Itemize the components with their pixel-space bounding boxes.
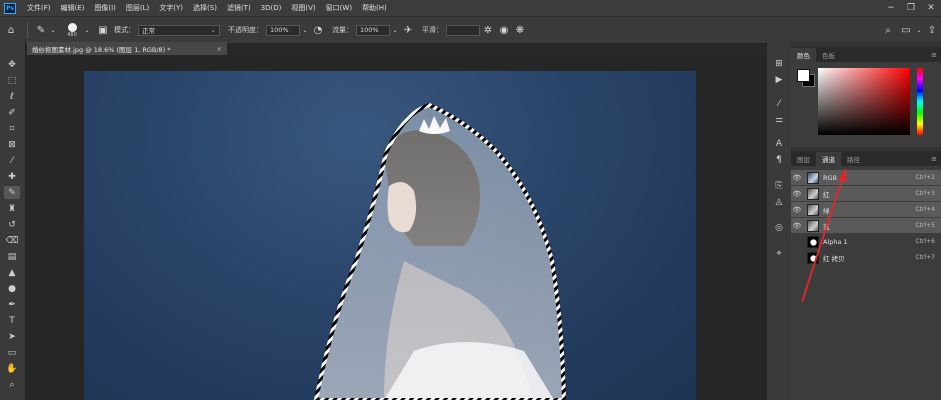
menu-filter[interactable]: 滤镜(T) (222, 3, 256, 13)
hand-tool-icon[interactable]: ✋ (4, 362, 20, 375)
marquee-tool-icon[interactable]: ⬚ (4, 74, 20, 87)
menu-edit[interactable]: 编辑(E) (56, 3, 90, 13)
chevron-down-icon[interactable]: ⌄ (915, 27, 923, 34)
brush-settings-panel-icon[interactable]: ⁄ (772, 98, 786, 110)
symmetry-icon[interactable]: ❋ (512, 25, 528, 36)
menu-3d[interactable]: 3D(D) (256, 4, 287, 12)
mode-label: 模式： (114, 26, 135, 34)
lasso-tool-icon[interactable]: ℓ (4, 90, 20, 103)
opacity-value: 100% (270, 26, 289, 34)
stamp-tool-icon[interactable]: ♜ (4, 202, 20, 215)
pressure-size-icon[interactable]: ◉ (496, 25, 512, 36)
mode-value: 正常 (142, 27, 155, 35)
healing-brush-tool-icon[interactable]: ✚ (4, 170, 20, 183)
shape-tool-icon[interactable]: ▭ (4, 346, 20, 359)
adjustments-icon[interactable]: ⚌ (772, 114, 786, 126)
brush-preset-picker[interactable]: 480 (61, 22, 83, 38)
eyedropper-tool-icon[interactable]: ⁄ (4, 154, 20, 167)
chevron-down-icon[interactable]: ⌄ (390, 27, 400, 34)
brush-size-value: 480 (67, 31, 77, 38)
frame-tool-icon[interactable]: ⊠ (4, 138, 20, 151)
restore-button[interactable]: ❐ (901, 3, 921, 13)
mode-select[interactable]: 正常 ⌄ (138, 24, 220, 36)
menu-type[interactable]: 文字(Y) (154, 3, 188, 13)
menu-select[interactable]: 选择(S) (188, 3, 222, 13)
chevron-down-icon[interactable]: ⌄ (49, 27, 57, 34)
divider (27, 22, 28, 38)
annotation-arrow-line (801, 175, 844, 303)
close-tab-icon[interactable]: × (217, 45, 222, 53)
photoshop-logo: Ps (4, 2, 16, 14)
minimize-button[interactable]: − (881, 3, 901, 13)
eraser-tool-icon[interactable]: ⌫ (4, 234, 20, 247)
brush-tool-icon[interactable]: ✎ (33, 25, 49, 36)
gear-icon[interactable]: ✲ (480, 25, 496, 36)
history-brush-tool-icon[interactable]: ↺ (4, 218, 20, 231)
channel-shortcut: Ctrl+3 (915, 190, 935, 197)
workspace-icon[interactable]: ▭ (897, 25, 915, 36)
channel-shortcut: Ctrl+6 (915, 238, 935, 245)
smoothing-input[interactable] (446, 24, 480, 36)
menu-layer[interactable]: 图层(L) (121, 3, 154, 13)
gradient-tool-icon[interactable]: ▤ (4, 250, 20, 263)
flow-input[interactable]: 100% (356, 24, 390, 36)
channel-shortcut: Ctrl+5 (915, 222, 935, 229)
crop-tool-icon[interactable]: ⌗ (4, 122, 20, 135)
opacity-label: 不透明度： (228, 26, 263, 34)
quick-select-tool-icon[interactable]: ✐ (4, 106, 20, 119)
path-select-tool-icon[interactable]: ➤ (4, 330, 20, 343)
airbrush-icon[interactable]: ✈ (400, 25, 416, 36)
channel-shortcut: Ctrl+2 (915, 174, 935, 181)
channel-shortcut: Ctrl+7 (915, 254, 935, 261)
channel-shortcut: Ctrl+4 (915, 206, 935, 213)
bride-photo (313, 102, 567, 400)
menu-view[interactable]: 视图(V) (286, 3, 320, 13)
menu-bar: Ps 文件(F) 编辑(E) 图像(I) 图层(L) 文字(Y) 选择(S) 滤… (0, 0, 941, 16)
pressure-opacity-icon[interactable]: ◔ (310, 25, 326, 36)
menu-window[interactable]: 窗口(W) (321, 3, 357, 13)
flow-label: 流量： (332, 26, 353, 34)
chevron-down-icon[interactable]: ⌄ (83, 27, 91, 34)
opacity-input[interactable]: 100% (266, 24, 300, 36)
chevron-down-icon: ⌄ (210, 26, 216, 34)
arrowhead-icon (838, 168, 847, 182)
blur-tool-icon[interactable]: ▲ (4, 266, 20, 279)
actions-play-icon[interactable]: ▶ (772, 74, 786, 86)
menu-help[interactable]: 帮助(H) (357, 3, 392, 13)
document-title: 婚纱抠图素材.jpg @ 18.6% (图层 1, RGB/8) * (32, 45, 171, 54)
type-tool-icon[interactable]: T (4, 314, 20, 327)
options-bar: ⌂ ✎ ⌄ 480 ⌄ ▣ 模式： 正常 ⌄ 不透明度： 100% ⌄ ◔ 流量… (0, 16, 941, 43)
dodge-tool-icon[interactable]: ● (4, 282, 20, 295)
pen-tool-icon[interactable]: ✒ (4, 298, 20, 311)
tab-swatches[interactable]: 色板 (816, 48, 841, 62)
document-canvas[interactable] (84, 71, 696, 400)
tools-panel: ✥ ⬚ ℓ ✐ ⌗ ⊠ ⁄ ✚ ✎ ♜ ↺ ⌫ ▤ ▲ ● ✒ T ➤ ▭ ✋ … (0, 42, 26, 400)
panel-menu-icon[interactable]: ≡ (931, 51, 937, 59)
menu-file[interactable]: 文件(F) (22, 3, 56, 13)
character-icon[interactable]: A (772, 138, 786, 150)
zoom-tool-icon[interactable]: ⌕ (4, 378, 20, 391)
color-panel (791, 62, 941, 147)
hue-slider[interactable] (917, 68, 923, 135)
close-window-button[interactable]: ✕ (921, 3, 941, 13)
move-tool-icon[interactable]: ✥ (4, 58, 20, 71)
history-icon[interactable]: ⊞ (772, 58, 786, 70)
home-icon[interactable]: ⌂ (0, 25, 22, 36)
color-panel-tabs: 颜色 色板 ≡ (791, 47, 941, 62)
share-icon[interactable]: ⇪ (923, 25, 941, 36)
annotation-arrow (801, 168, 847, 303)
menu-image[interactable]: 图像(I) (89, 3, 121, 13)
brush-tool-icon[interactable]: ✎ (4, 186, 20, 199)
smoothing-label: 平滑： (422, 26, 443, 34)
tab-color[interactable]: 颜色 (791, 48, 816, 62)
chevron-down-icon[interactable]: ⌄ (300, 27, 310, 34)
search-icon[interactable]: ⌕ (879, 25, 897, 36)
panel-menu-icon[interactable]: ≡ (931, 155, 937, 163)
foreground-color-swatch[interactable] (797, 69, 810, 82)
document-tab[interactable]: 婚纱抠图素材.jpg @ 18.6% (图层 1, RGB/8) * × (27, 42, 227, 55)
brush-tip-icon (67, 22, 77, 32)
color-field[interactable] (818, 68, 910, 135)
brush-settings-icon[interactable]: ▣ (95, 25, 111, 36)
flow-value: 100% (360, 26, 379, 34)
